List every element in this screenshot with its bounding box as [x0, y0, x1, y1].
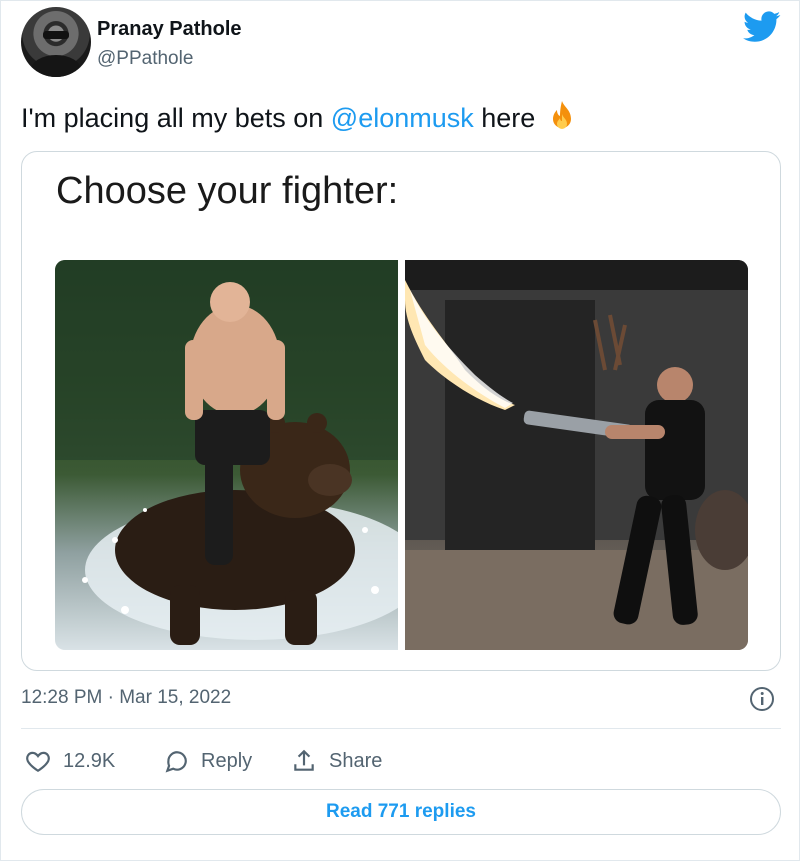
reply-label: Reply: [201, 749, 253, 772]
meme-caption: Choose your fighter:: [56, 170, 399, 212]
share-icon: [294, 749, 314, 771]
media-card[interactable]: Choose your fighter:: [21, 151, 781, 671]
meme-image-right[interactable]: [405, 260, 748, 650]
tweet-card: Pranay Pathole @PPathole I'm placing all…: [0, 0, 800, 861]
share-button[interactable]: Share: [291, 746, 382, 776]
twitter-bird-icon[interactable]: [743, 11, 781, 43]
avatar-sunglasses: [43, 31, 69, 39]
info-icon[interactable]: [749, 686, 775, 712]
author-handle[interactable]: @PPathole: [97, 48, 193, 70]
mention-link[interactable]: @elonmusk: [331, 103, 474, 133]
fire-icon: [552, 101, 571, 129]
share-label: Share: [329, 749, 383, 772]
heart-icon: [26, 751, 50, 773]
bear-rider-illustration: [55, 260, 398, 645]
like-count: 12.9K: [63, 749, 116, 772]
like-button[interactable]: 12.9K: [25, 746, 115, 776]
avatar-shirt: [31, 55, 81, 77]
author-display-name[interactable]: Pranay Pathole: [97, 18, 242, 41]
flamethrower-illustration: [405, 260, 748, 650]
author-avatar[interactable]: [21, 7, 91, 77]
tweet-text: I'm placing all my bets on @elonmusk her…: [21, 100, 577, 134]
tweet-text-after: here: [473, 103, 536, 133]
tweet-text-before: I'm placing all my bets on: [21, 103, 331, 133]
reply-button[interactable]: Reply: [163, 746, 252, 776]
read-replies-button[interactable]: Read 771 replies: [21, 789, 781, 835]
divider: [21, 728, 781, 729]
meme-image-left[interactable]: [55, 260, 398, 650]
tweet-timestamp[interactable]: 12:28 PM · Mar 15, 2022: [21, 687, 231, 709]
reply-bubble-icon: [165, 751, 187, 773]
